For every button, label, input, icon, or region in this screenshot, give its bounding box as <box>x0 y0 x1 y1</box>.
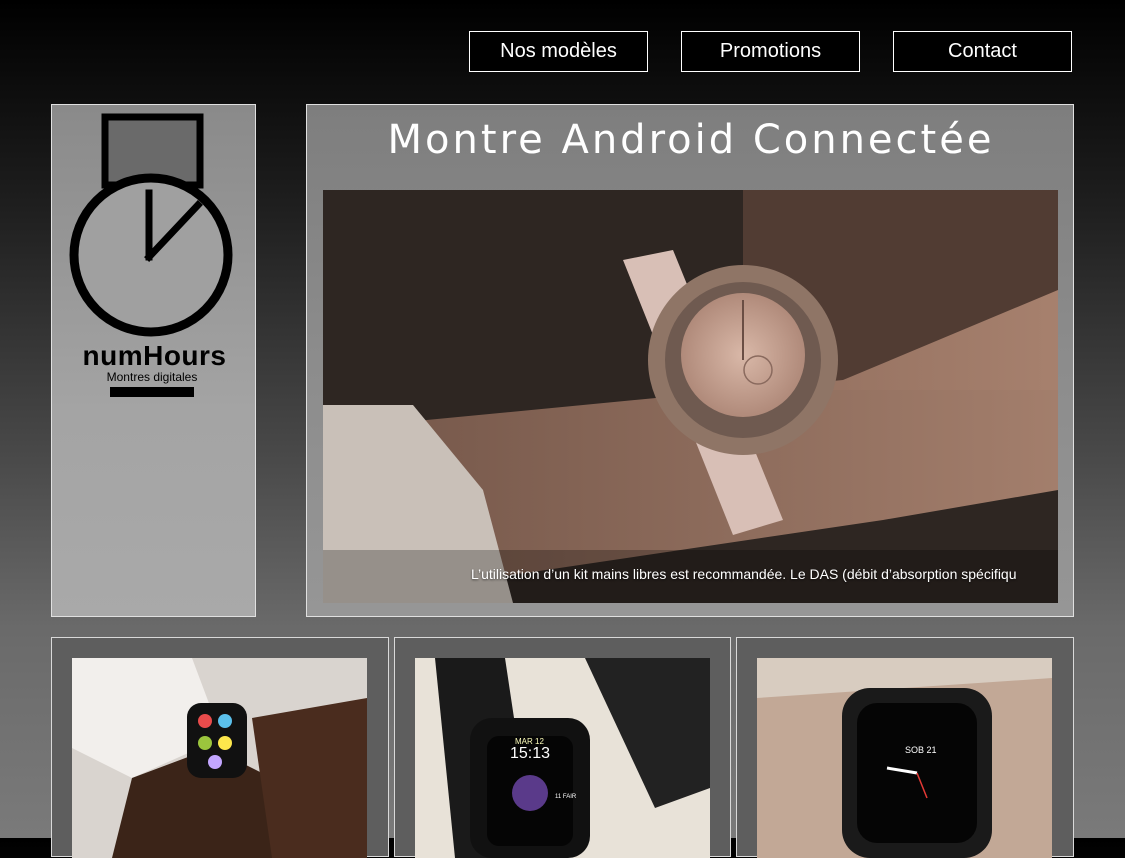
smartwatch-on-wrist-photo <box>323 190 1058 603</box>
hero-title: Montre Android Connectée <box>387 117 995 163</box>
product-image-2: 15:13 MAR 12 11 FAIR <box>415 658 710 858</box>
logo-panel: numHours Montres digitales <box>51 104 256 617</box>
hero-caption: L’utilisation d’un kit mains libres est … <box>471 566 1017 582</box>
brand-tagline: Montres digitales <box>106 370 198 384</box>
smartwatch-flat-lay-photo: 15:13 MAR 12 11 FAIR <box>415 658 710 858</box>
smartwatch-wrist-closeup-photo: SOB 21 <box>757 658 1052 858</box>
watch-date-text: 11 FAIR <box>555 794 577 800</box>
watch-logo-icon <box>69 113 233 337</box>
watch-time-text: 15:13 <box>510 745 550 762</box>
brand-underline <box>110 387 194 397</box>
nav-button-promotions[interactable]: Promotions <box>681 31 860 72</box>
product-card-3[interactable]: SOB 21 <box>736 637 1074 858</box>
smartwatch-hand-photo <box>72 658 367 858</box>
product-card-1[interactable] <box>51 637 389 858</box>
nav-button-nos-modeles[interactable]: Nos modèles <box>469 31 648 72</box>
nav-button-contact[interactable]: Contact <box>893 31 1072 72</box>
brand-name: numHours <box>82 340 227 371</box>
watch-day-text: MAR 12 <box>515 737 544 746</box>
hero-panel: Montre Android Connectée L’utilisation d… <box>306 104 1074 617</box>
product-image-1 <box>72 658 367 858</box>
product-card-2[interactable]: 15:13 MAR 12 11 FAIR <box>394 637 731 858</box>
watch-date-text-2: SOB 21 <box>905 745 937 755</box>
hero-image: L’utilisation d’un kit mains libres est … <box>323 190 1058 603</box>
product-image-3: SOB 21 <box>757 658 1052 858</box>
